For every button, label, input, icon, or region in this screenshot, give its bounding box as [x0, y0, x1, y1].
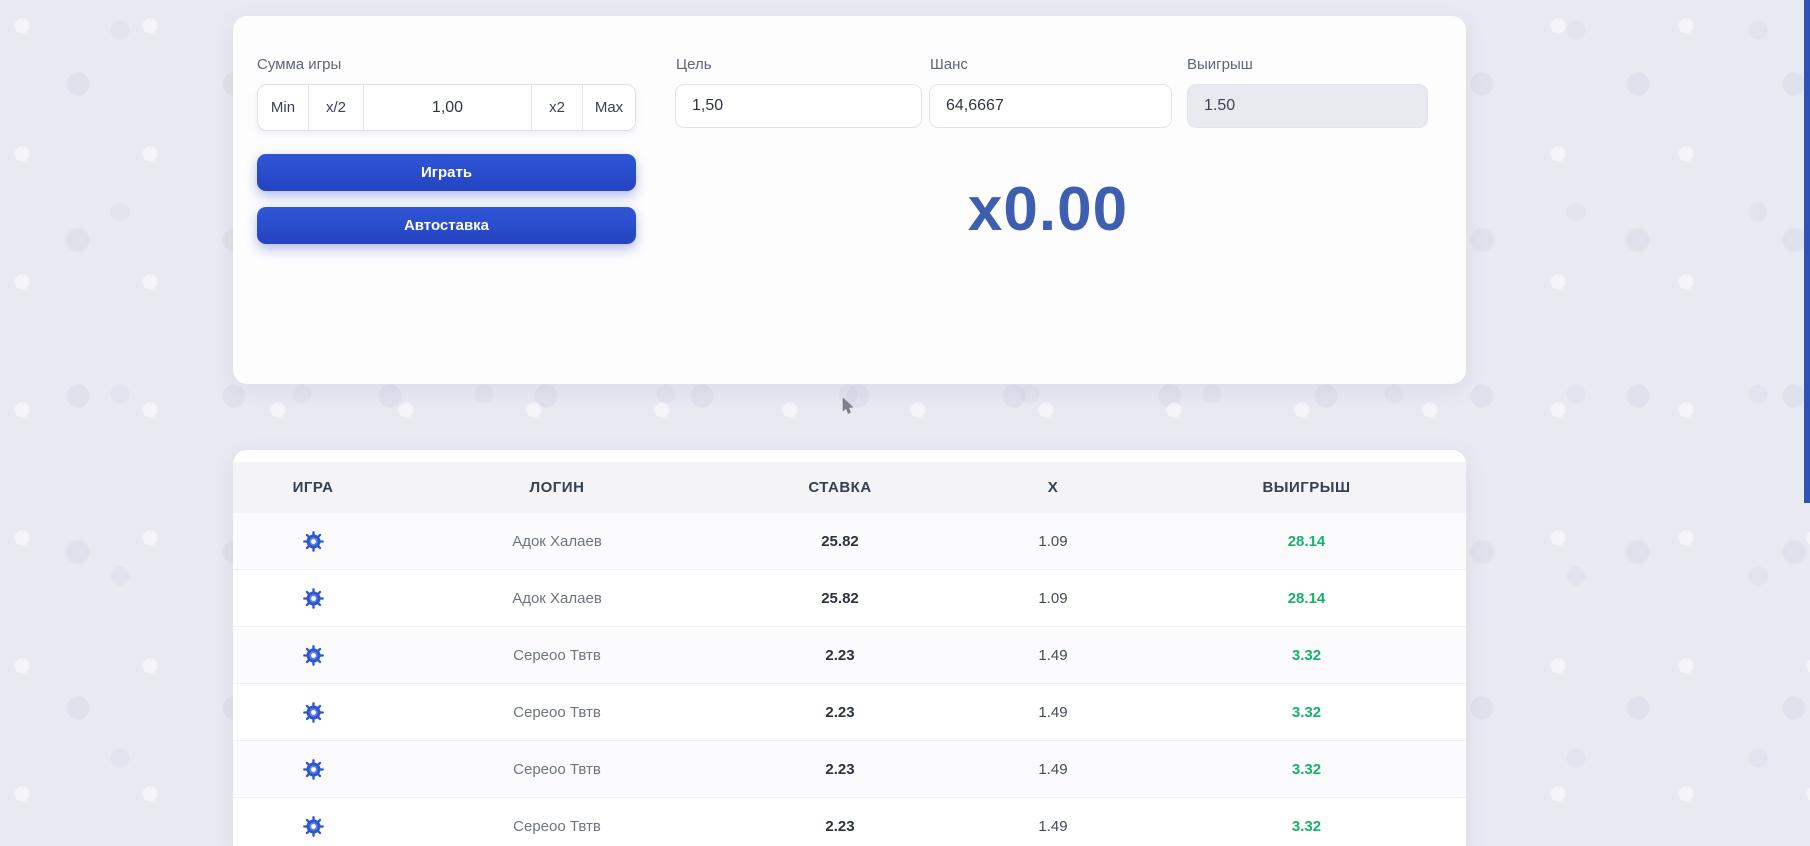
max-button[interactable]: Max [583, 85, 635, 130]
login-cell: Сереоо Твтв [393, 704, 721, 721]
game-cell[interactable] [233, 701, 393, 724]
bet-cell: 2.23 [721, 704, 959, 721]
multiplier-result: x0.00 [798, 174, 1298, 245]
gear-icon [302, 644, 325, 667]
win-cell: 3.32 [1147, 761, 1466, 778]
half-button[interactable]: x/2 [309, 85, 364, 130]
win-label: Выигрыш [1187, 56, 1253, 73]
multiplier-cell: 1.49 [959, 647, 1147, 664]
amount-label: Сумма игры [257, 56, 341, 73]
bet-cell: 2.23 [721, 818, 959, 835]
win-input [1187, 84, 1428, 128]
multiplier-cell: 1.49 [959, 818, 1147, 835]
amount-control-group: Min x/2 x2 Max [257, 84, 636, 131]
table-row: Сереоо Твтв 2.23 1.49 3.32 [233, 741, 1466, 798]
amount-input[interactable] [364, 85, 532, 130]
login-cell: Адок Халаев [393, 533, 721, 550]
chance-input[interactable] [929, 84, 1172, 128]
win-cell: 28.14 [1147, 533, 1466, 550]
gear-icon [302, 587, 325, 610]
game-cell[interactable] [233, 644, 393, 667]
column-header-game: ИГРА [233, 479, 393, 496]
history-panel: ИГРА ЛОГИН СТАВКА X ВЫИГРЫШ [233, 450, 1466, 846]
gear-icon [302, 758, 325, 781]
win-cell: 3.32 [1147, 818, 1466, 835]
table-row: Сереоо Твтв 2.23 1.49 3.32 [233, 627, 1466, 684]
win-cell: 3.32 [1147, 704, 1466, 721]
min-button[interactable]: Min [258, 85, 309, 130]
multiplier-cell: 1.09 [959, 590, 1147, 607]
bet-panel: Сумма игры Min x/2 x2 Max Цель Шанс Выиг… [233, 16, 1466, 384]
bet-cell: 2.23 [721, 761, 959, 778]
game-cell[interactable] [233, 530, 393, 553]
win-cell: 3.32 [1147, 647, 1466, 664]
page-scrollbar-thumb[interactable] [1804, 0, 1810, 503]
multiplier-cell: 1.09 [959, 533, 1147, 550]
bet-cell: 25.82 [721, 590, 959, 607]
autobet-button[interactable]: Автоставка [257, 207, 636, 244]
gear-icon [302, 701, 325, 724]
multiplier-cell: 1.49 [959, 761, 1147, 778]
table-row: Сереоо Твтв 2.23 1.49 3.32 [233, 684, 1466, 741]
win-cell: 28.14 [1147, 590, 1466, 607]
login-cell: Сереоо Твтв [393, 818, 721, 835]
game-cell[interactable] [233, 758, 393, 781]
table-row: Адок Халаев 25.82 1.09 28.14 [233, 570, 1466, 627]
gear-icon [302, 530, 325, 553]
table-body: Адок Халаев 25.82 1.09 28.14 [233, 513, 1466, 846]
login-cell: Сереоо Твтв [393, 647, 721, 664]
table-header-row: ИГРА ЛОГИН СТАВКА X ВЫИГРЫШ [233, 462, 1466, 513]
play-button[interactable]: Играть [257, 154, 636, 191]
chance-label: Шанс [930, 56, 968, 73]
column-header-login: ЛОГИН [393, 479, 721, 496]
table-row: Сереоо Твтв 2.23 1.49 3.32 [233, 798, 1466, 846]
game-cell[interactable] [233, 587, 393, 610]
login-cell: Сереоо Твтв [393, 761, 721, 778]
double-button[interactable]: x2 [532, 85, 583, 130]
game-cell[interactable] [233, 815, 393, 838]
target-label: Цель [676, 56, 712, 73]
column-header-win: ВЫИГРЫШ [1147, 479, 1466, 496]
gear-icon [302, 815, 325, 838]
multiplier-cell: 1.49 [959, 704, 1147, 721]
mouse-cursor-icon [842, 398, 854, 415]
target-input[interactable] [675, 84, 922, 128]
table-row: Адок Халаев 25.82 1.09 28.14 [233, 513, 1466, 570]
bet-cell: 2.23 [721, 647, 959, 664]
column-header-bet: СТАВКА [721, 479, 959, 496]
column-header-x: X [959, 479, 1147, 496]
login-cell: Адок Халаев [393, 590, 721, 607]
bet-cell: 25.82 [721, 533, 959, 550]
